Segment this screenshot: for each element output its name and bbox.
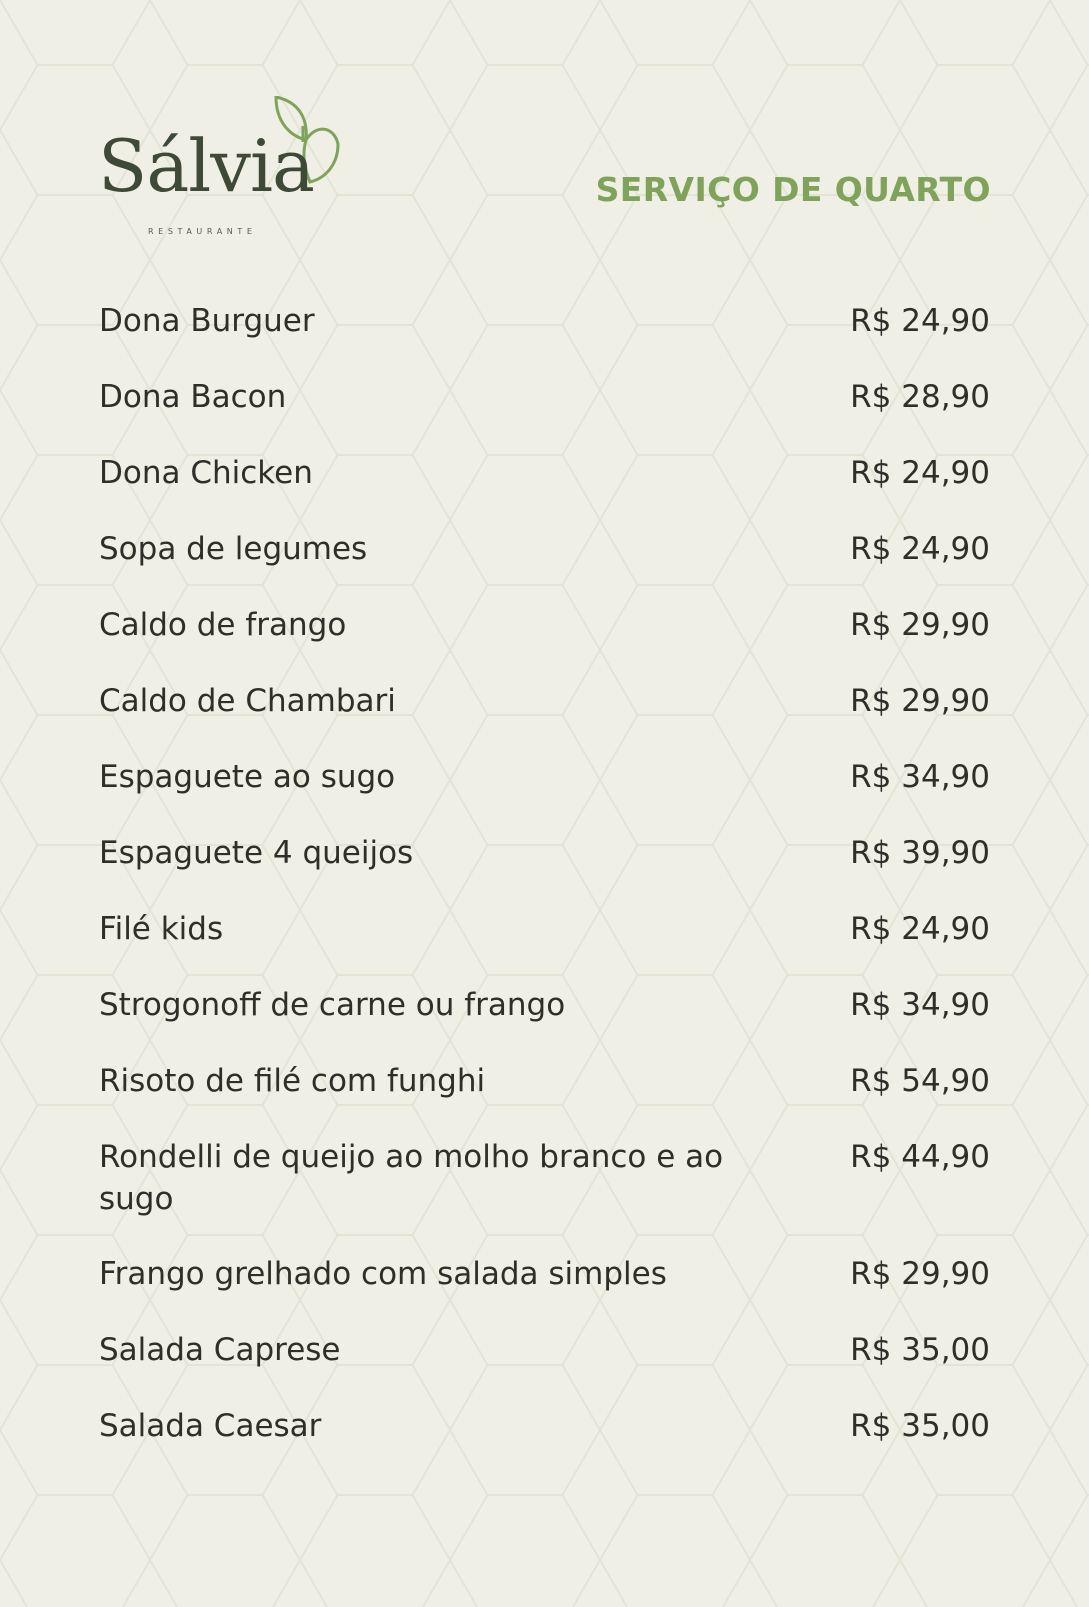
menu-item-name: Strogonoff de carne ou frango [99,987,566,1023]
menu-item-price: R$ 29,90 [850,607,990,643]
brand-name: Sálvia [98,124,315,208]
menu-item-name: Caldo de frango [99,607,347,643]
menu-item-price: R$ 35,00 [850,1408,990,1444]
menu-item-price: R$ 24,90 [850,455,990,491]
menu-item-name: Frango grelhado com salada simples [99,1256,667,1292]
menu-item-name: Dona Burguer [99,303,315,339]
menu-item-name: Risoto de filé com funghi [99,1063,486,1099]
menu-item-price: R$ 24,90 [850,911,990,947]
menu-item-name: Rondelli de queijo ao molho branco e ao … [99,1139,724,1217]
menu-item-price: R$ 29,90 [850,683,990,719]
menu-item-name: Espaguete ao sugo [99,759,396,795]
menu-item-name: Salada Caprese [99,1332,341,1368]
menu-item-price: R$ 29,90 [850,1256,990,1292]
menu-item-name: Dona Bacon [99,379,287,415]
menu-item-price: R$ 35,00 [850,1332,990,1368]
menu-item-name: Caldo de Chambari [99,683,396,719]
brand-logo: Sálvia RESTAURANTE [96,96,346,246]
menu-item-price: R$ 54,90 [850,1063,990,1099]
menu-item-price: R$ 34,90 [850,759,990,795]
menu-item-name: Salada Caesar [99,1408,322,1444]
menu-item-price: R$ 34,90 [850,987,990,1023]
menu-item-name: Filé kids [99,911,224,947]
menu-item-price: R$ 28,90 [850,379,990,415]
menu-item-price: R$ 39,90 [850,835,990,871]
menu-item-price: R$ 24,90 [850,531,990,567]
menu-page: Sálvia RESTAURANTE SERVIÇO DE QUARTO Don… [0,0,1089,1607]
menu-item-price: R$ 24,90 [850,303,990,339]
menu-item-name: Espaguete 4 queijos [99,835,414,871]
menu-item-name: Dona Chicken [99,455,313,491]
brand-tagline: RESTAURANTE [148,227,257,236]
menu-item-name: Sopa de legumes [99,531,368,567]
menu-item-price: R$ 44,90 [850,1139,990,1175]
section-title: SERVIÇO DE QUARTO [595,170,991,209]
